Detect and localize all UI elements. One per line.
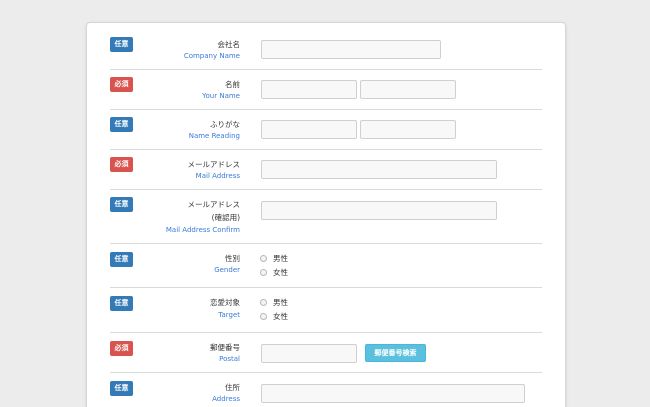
radio-button[interactable] xyxy=(260,268,267,276)
required-badge: 必須 xyxy=(110,77,133,92)
name-label-en: Your Name xyxy=(202,92,240,100)
target-female-label: 女性 xyxy=(273,311,288,321)
optional-badge: 任意 xyxy=(110,37,133,52)
required-badge: 必須 xyxy=(110,341,133,356)
mail-confirm-label: メールアドレス xyxy=(187,200,241,209)
target-male-option[interactable]: 男性 xyxy=(260,297,288,307)
target-male-label: 男性 xyxy=(273,297,288,307)
row-divider xyxy=(110,332,542,333)
address-input[interactable] xyxy=(261,384,525,403)
gender-female-label: 女性 xyxy=(273,267,288,277)
mail-confirm-input[interactable] xyxy=(261,201,497,220)
mail-confirm-label-en: Mail Address Confirm xyxy=(165,226,240,234)
gender-label-en: Gender xyxy=(214,266,240,274)
mail-confirm-sublabel: (確認用) xyxy=(211,213,240,222)
optional-badge: 任意 xyxy=(110,197,133,212)
address-label-en: Address xyxy=(212,395,240,403)
row-divider xyxy=(110,372,542,373)
gender-male-option[interactable]: 男性 xyxy=(260,253,288,263)
optional-badge: 任意 xyxy=(110,296,133,311)
row-divider xyxy=(110,189,542,190)
row-divider xyxy=(110,287,542,288)
optional-badge: 任意 xyxy=(110,252,133,267)
optional-badge: 任意 xyxy=(110,117,133,132)
target-female-option[interactable]: 女性 xyxy=(260,311,288,321)
gender-male-label: 男性 xyxy=(273,253,288,263)
target-label: 恋愛対象 xyxy=(210,298,240,307)
optional-badge: 任意 xyxy=(110,381,133,396)
required-badge: 必須 xyxy=(110,157,133,172)
last-name-input[interactable] xyxy=(261,80,357,99)
radio-button[interactable] xyxy=(260,254,267,262)
last-name-reading-input[interactable] xyxy=(261,120,357,139)
first-name-reading-input[interactable] xyxy=(360,120,456,139)
company-input[interactable] xyxy=(261,40,441,59)
row-divider xyxy=(110,69,542,70)
mail-label: メールアドレス xyxy=(187,160,241,169)
mail-input[interactable] xyxy=(261,160,497,179)
target-label-en: Target xyxy=(218,311,240,319)
postal-input[interactable] xyxy=(261,344,357,363)
mail-label-en: Mail Address xyxy=(195,172,240,180)
first-name-input[interactable] xyxy=(360,80,456,99)
company-label-en: Company Name xyxy=(183,52,240,60)
row-divider xyxy=(110,109,542,110)
radio-button[interactable] xyxy=(260,298,267,306)
reading-label: ふりがな xyxy=(210,120,240,129)
postal-label-en: Postal xyxy=(219,355,240,363)
row-divider xyxy=(110,149,542,150)
name-label: 名前 xyxy=(225,80,240,89)
reading-label-en: Name Reading xyxy=(188,132,240,140)
company-label: 会社名 xyxy=(217,40,241,49)
gender-label: 性別 xyxy=(225,254,240,263)
row-divider xyxy=(110,243,542,244)
gender-female-option[interactable]: 女性 xyxy=(260,267,288,277)
radio-button[interactable] xyxy=(260,312,267,320)
postal-search-button[interactable]: 郵便番号検索 xyxy=(365,344,426,362)
postal-label: 郵便番号 xyxy=(210,343,240,352)
address-label: 住所 xyxy=(225,383,240,392)
